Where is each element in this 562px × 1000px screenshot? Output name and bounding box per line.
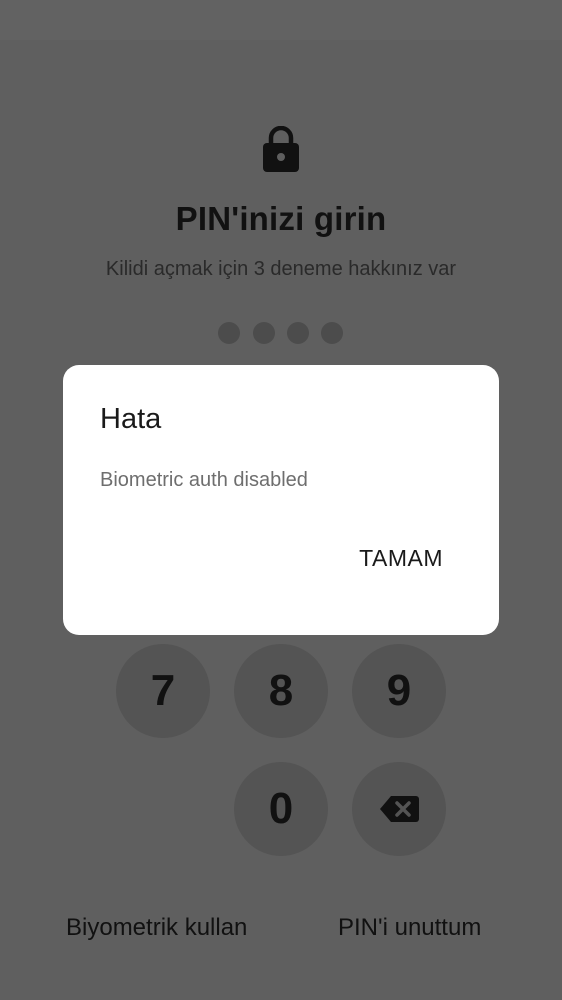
keypad-key-8[interactable]: 8 xyxy=(234,644,328,738)
pin-dot xyxy=(253,322,275,344)
pin-dot xyxy=(321,322,343,344)
backspace-button[interactable] xyxy=(352,762,446,856)
keypad-key-7[interactable]: 7 xyxy=(116,644,210,738)
pin-indicator xyxy=(218,322,348,346)
forgot-pin-button[interactable]: PIN'i unuttum xyxy=(338,914,481,942)
dialog-title: Hata xyxy=(100,403,162,435)
backspace-icon xyxy=(380,796,419,822)
pin-dot xyxy=(287,322,309,344)
dialog-message: Biometric auth disabled xyxy=(100,469,308,491)
ok-button[interactable]: TAMAM xyxy=(359,545,443,572)
keypad-key-9[interactable]: 9 xyxy=(352,644,446,738)
attempts-subtitle: Kilidi açmak için 3 deneme hakkınız var xyxy=(105,258,457,280)
keypad-key-0[interactable]: 0 xyxy=(234,762,328,856)
lock-icon xyxy=(262,126,300,172)
status-bar xyxy=(0,0,562,40)
page-title: PIN'inizi girin xyxy=(175,200,387,237)
error-dialog: Hata Biometric auth disabled TAMAM xyxy=(63,365,499,635)
pin-dot xyxy=(218,322,240,344)
use-biometric-button[interactable]: Biyometrik kullan xyxy=(66,914,247,942)
